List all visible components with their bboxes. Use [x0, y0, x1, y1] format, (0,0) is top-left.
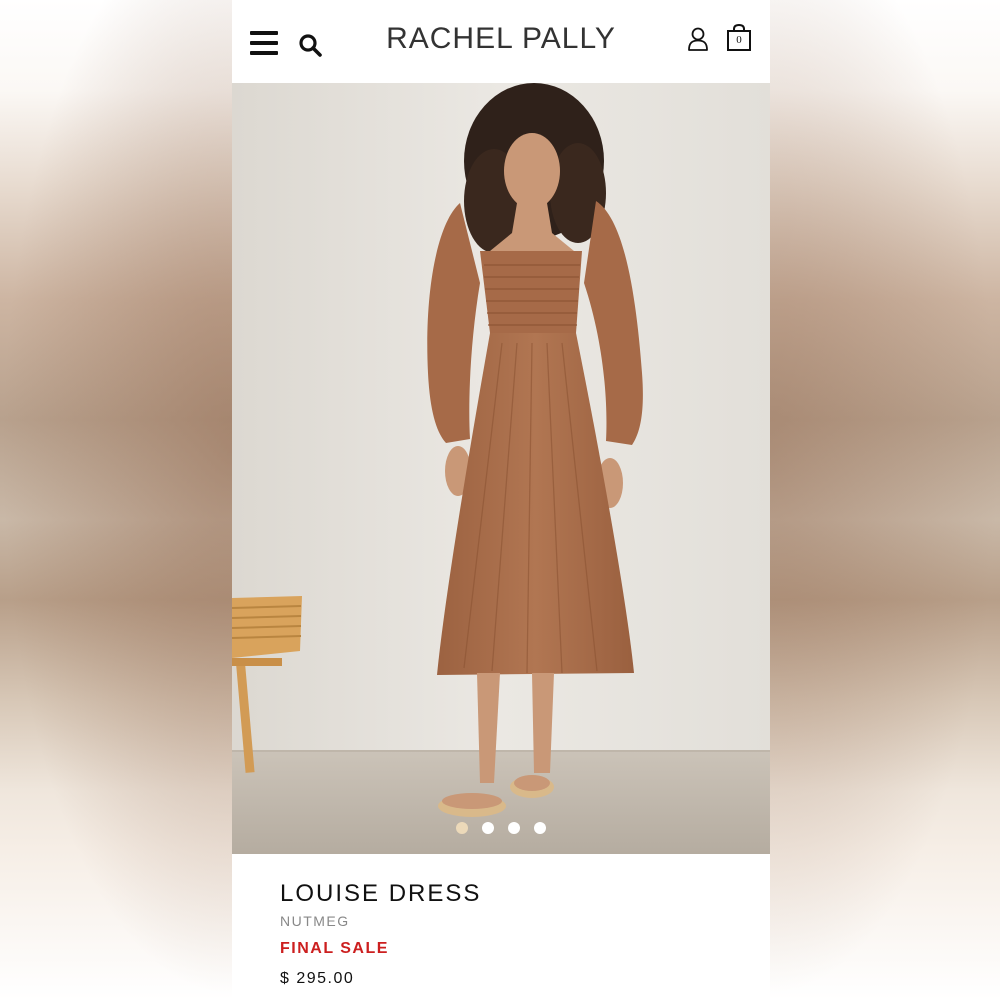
product-price: $ 295.00 [280, 970, 355, 987]
carousel-dot-3[interactable] [508, 822, 520, 834]
product-name: LOUISE DRESS [280, 880, 482, 907]
product-photo [232, 83, 770, 854]
product-color: NUTMEG [280, 913, 350, 929]
carousel-dot-2[interactable] [482, 822, 494, 834]
product-info: LOUISE DRESS NUTMEG FINAL SALE $ 295.00 [232, 854, 770, 1000]
product-page: RACHEL PALLY 0 LOUISE DRESS NUTMEG FINAL… [232, 0, 770, 1000]
carousel-pagination [232, 822, 770, 834]
shopping-bag-icon[interactable]: 0 [726, 24, 752, 52]
carousel-dot-4[interactable] [534, 822, 546, 834]
final-sale-label: FINAL SALE [280, 940, 389, 957]
carousel-dot-1[interactable] [456, 822, 468, 834]
site-header: RACHEL PALLY 0 [232, 0, 770, 83]
product-image-carousel[interactable] [232, 83, 770, 854]
cart-count: 0 [736, 34, 742, 46]
user-account-icon[interactable] [686, 26, 710, 52]
